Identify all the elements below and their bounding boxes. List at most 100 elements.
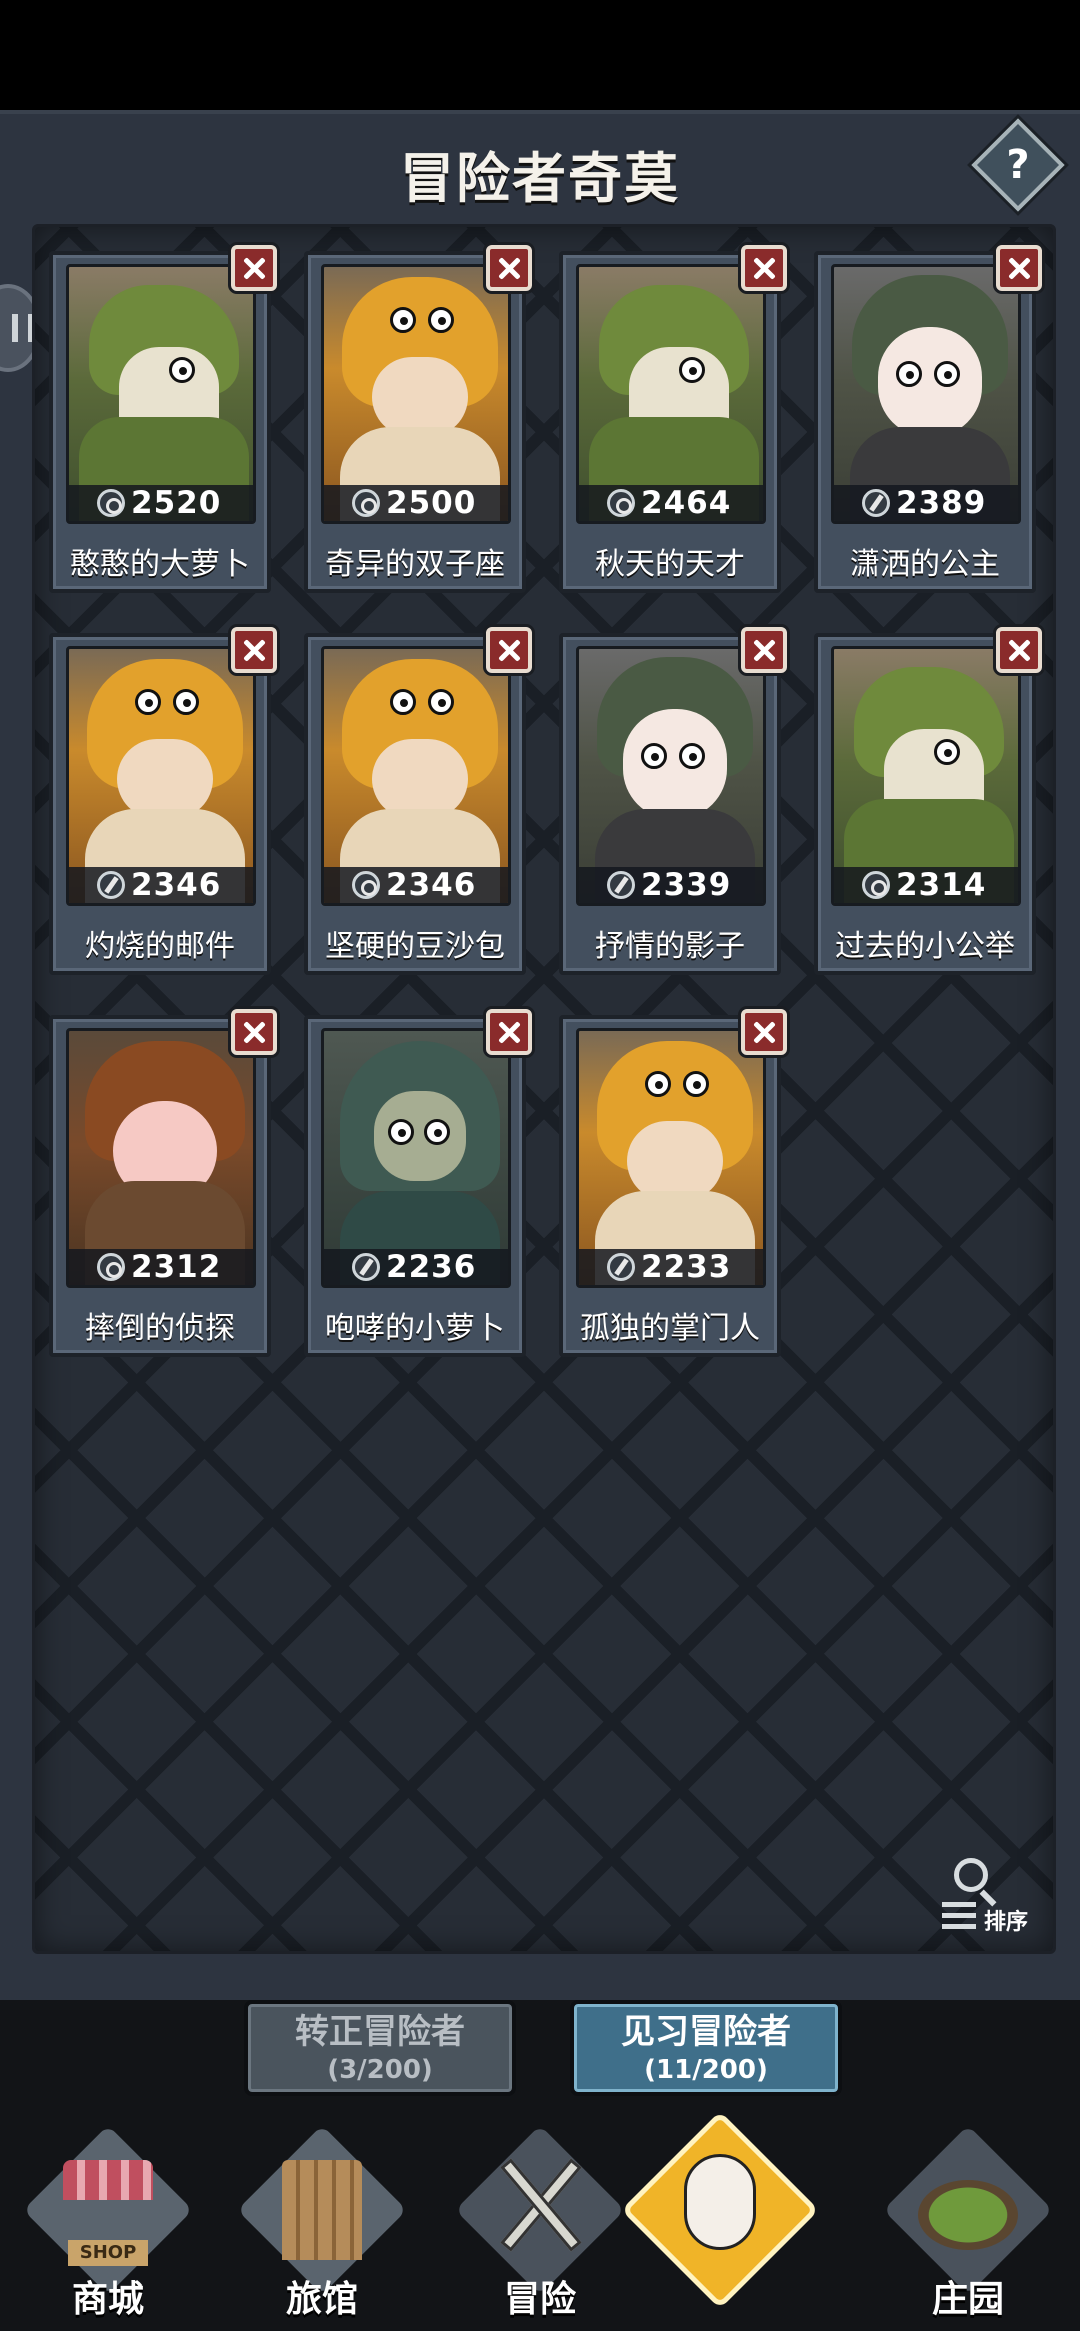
- nav-label: 旅馆: [285, 2279, 358, 2320]
- power-bar: 2233: [579, 1249, 763, 1285]
- power-bar: 2346: [69, 867, 253, 903]
- help-icon: ?: [1006, 142, 1030, 188]
- power-value: 2500: [386, 485, 477, 521]
- power-bar: 2500: [324, 485, 508, 521]
- power-value: 2464: [641, 485, 732, 521]
- remove-button[interactable]: [486, 627, 532, 673]
- bottom-nav: SHOP 商城 旅馆 冒险 庄园: [0, 2111, 1080, 2331]
- nav-label: 庄园: [931, 2279, 1004, 2320]
- adventurer-name: 憨憨的大萝卜: [70, 547, 250, 582]
- portrait-pumpkin: 2312: [66, 1028, 256, 1288]
- tab-count: (3/200): [327, 2055, 433, 2085]
- sort-button[interactable]: 排序: [896, 1854, 1036, 1954]
- hero-avatar: [684, 2154, 756, 2250]
- power-bar: 2346: [324, 867, 508, 903]
- portrait-sheep: 2389: [831, 264, 1021, 524]
- remove-button[interactable]: [741, 245, 787, 291]
- adventurer-card[interactable]: 2464 秋天的天才: [559, 245, 787, 593]
- remove-button[interactable]: [486, 1009, 532, 1055]
- power-bar: 2314: [834, 867, 1018, 903]
- nav-inn[interactable]: 旅馆: [222, 2125, 422, 2330]
- adventurer-card[interactable]: 2520 憨憨的大萝卜: [49, 245, 277, 593]
- nav-label: 商城: [71, 2279, 144, 2320]
- remove-button[interactable]: [486, 245, 532, 291]
- portrait-sheep: 2339: [576, 646, 766, 906]
- portrait-crocodile: 2520: [66, 264, 256, 524]
- nav-shop[interactable]: SHOP 商城: [8, 2125, 208, 2330]
- adventurer-name: 摔倒的侦探: [85, 1311, 235, 1346]
- remove-button[interactable]: [231, 627, 277, 673]
- portrait-tiger: 2346: [321, 646, 511, 906]
- power-value: 2346: [131, 867, 222, 903]
- magnifier-icon: [954, 1858, 988, 1892]
- tab-trainee-adventurers[interactable]: 见习冒险者 (11/200): [570, 2000, 842, 2096]
- adventurer-card[interactable]: 2312 摔倒的侦探: [49, 1009, 277, 1357]
- remove-button[interactable]: [231, 1009, 277, 1055]
- power-value: 2520: [131, 485, 222, 521]
- bottom-area: 转正冒险者 (3/200) 见习冒险者 (11/200) SHOP 商城 旅馆 …: [0, 2000, 1080, 2331]
- adventurer-card[interactable]: 2346 坚硬的豆沙包: [304, 627, 532, 975]
- adventurer-name: 孤独的掌门人: [580, 1311, 760, 1346]
- list-icon: [942, 1902, 976, 1930]
- adventurer-card[interactable]: 2236 咆哮的小萝卜: [304, 1009, 532, 1357]
- tab-label: 见习冒险者: [621, 2012, 791, 2052]
- target-icon: [352, 871, 380, 899]
- tab-count: (11/200): [644, 2055, 768, 2085]
- remove-button[interactable]: [996, 245, 1042, 291]
- pen-icon: [352, 1253, 380, 1281]
- tab-regular-adventurers[interactable]: 转正冒险者 (3/200): [244, 2000, 516, 2096]
- adventurer-screen: 冒险者奇莫 ? 2520 憨憨的大萝卜 2500 奇异的双子座 2464 秋天的…: [0, 110, 1080, 2000]
- adventurer-name: 抒情的影子: [595, 929, 745, 964]
- adventurer-card[interactable]: 2346 灼烧的邮件: [49, 627, 277, 975]
- adventurer-name: 奇异的双子座: [325, 547, 505, 582]
- power-value: 2233: [641, 1249, 732, 1285]
- portrait-crocodile: 2464: [576, 264, 766, 524]
- adventurer-name: 咆哮的小萝卜: [325, 1311, 505, 1346]
- remove-button[interactable]: [996, 627, 1042, 673]
- target-icon: [97, 1253, 125, 1281]
- portrait-tiger: 2500: [321, 264, 511, 524]
- pen-icon: [97, 871, 125, 899]
- remove-button[interactable]: [231, 245, 277, 291]
- target-icon: [862, 871, 890, 899]
- remove-button[interactable]: [741, 627, 787, 673]
- pen-icon: [862, 489, 890, 517]
- power-value: 2314: [896, 867, 987, 903]
- target-icon: [352, 489, 380, 517]
- power-bar: 2520: [69, 485, 253, 521]
- power-bar: 2236: [324, 1249, 508, 1285]
- adventurer-name: 过去的小公举: [835, 929, 1015, 964]
- adventurer-card[interactable]: 2339 抒情的影子: [559, 627, 787, 975]
- pen-icon: [607, 871, 635, 899]
- tab-label: 转正冒险者: [295, 2012, 465, 2052]
- target-icon: [607, 489, 635, 517]
- nav-adventure[interactable]: 冒险: [440, 2125, 640, 2330]
- adventurer-name: 灼烧的邮件: [85, 929, 235, 964]
- nav-adventurers[interactable]: [620, 2111, 820, 2330]
- power-value: 2312: [131, 1249, 222, 1285]
- adventurer-card[interactable]: 2500 奇异的双子座: [304, 245, 532, 593]
- adventurer-card[interactable]: 2389 潇洒的公主: [814, 245, 1042, 593]
- adventurer-card[interactable]: 2233 孤独的掌门人: [559, 1009, 787, 1357]
- adventurer-name: 秋天的天才: [595, 547, 745, 582]
- nav-label: 冒险: [503, 2279, 576, 2320]
- portrait-hood: 2236: [321, 1028, 511, 1288]
- portrait-crocodile: 2314: [831, 646, 1021, 906]
- remove-button[interactable]: [741, 1009, 787, 1055]
- sort-label: 排序: [984, 1910, 1029, 1935]
- target-icon: [97, 489, 125, 517]
- power-bar: 2464: [579, 485, 763, 521]
- power-bar: 2389: [834, 485, 1018, 521]
- adventurer-grid: 2520 憨憨的大萝卜 2500 奇异的双子座 2464 秋天的天才 2389 …: [32, 224, 1056, 1954]
- adventurer-name: 潇洒的公主: [850, 547, 1000, 582]
- status-bar: [0, 0, 1080, 110]
- pen-icon: [607, 1253, 635, 1281]
- page-title: 冒险者奇莫: [400, 147, 680, 210]
- nav-manor[interactable]: 庄园: [868, 2125, 1068, 2330]
- power-value: 2339: [641, 867, 732, 903]
- portrait-tiger: 2346: [66, 646, 256, 906]
- power-value: 2236: [386, 1249, 477, 1285]
- power-bar: 2339: [579, 867, 763, 903]
- adventurer-card[interactable]: 2314 过去的小公举: [814, 627, 1042, 975]
- power-value: 2389: [896, 485, 987, 521]
